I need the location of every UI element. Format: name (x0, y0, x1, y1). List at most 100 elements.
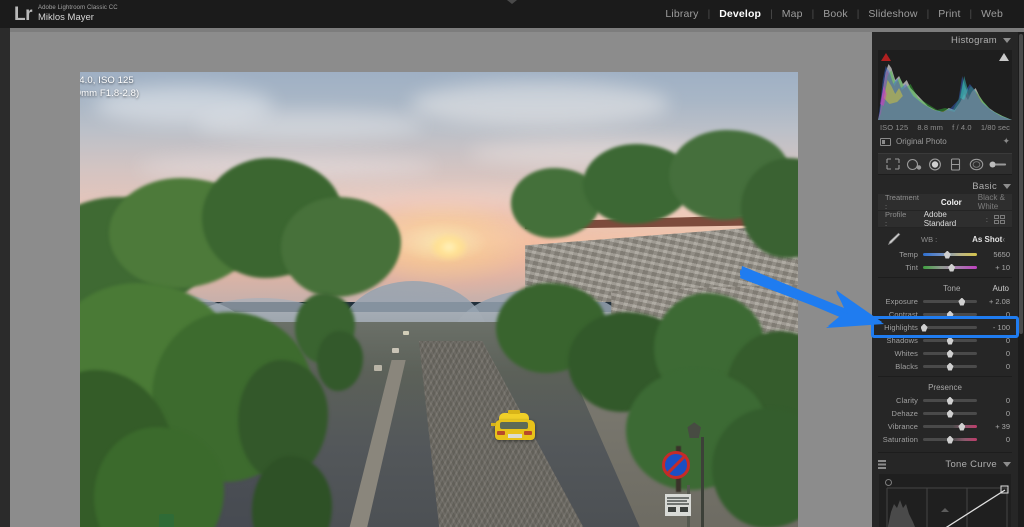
slider-knob-saturation[interactable] (946, 435, 954, 444)
slider-row-whites[interactable]: Whites 0 (872, 347, 1018, 360)
slider-value-contrast[interactable]: 0 (982, 310, 1010, 319)
slider-row-highlights[interactable]: Highlights - 100 (872, 321, 1018, 334)
slider-track-highlights[interactable] (920, 323, 977, 332)
basic-title: Basic (972, 180, 997, 192)
histogram-graph[interactable] (878, 50, 1012, 120)
module-develop[interactable]: Develop (710, 8, 770, 20)
slider-track-saturation[interactable] (923, 435, 977, 444)
right-panel-scrollbar[interactable] (1018, 32, 1024, 527)
adjustment-brush-tool[interactable] (989, 156, 1007, 172)
treatment-bw-option[interactable]: Black & White (978, 193, 1005, 211)
slider-track-exposure[interactable] (923, 297, 977, 306)
chevron-down-icon[interactable] (1003, 37, 1011, 43)
white-balance-selector-icon[interactable] (885, 232, 901, 246)
histogram-panel-header[interactable]: Histogram (872, 32, 1018, 48)
tone-curve-target-dot[interactable] (885, 479, 892, 486)
highlight-clipping-indicator[interactable] (999, 53, 1009, 61)
panel-resize-handle[interactable] (941, 508, 949, 512)
slider-value-saturation[interactable]: 0 (982, 435, 1010, 444)
slider-row-saturation[interactable]: Saturation 0 (872, 433, 1018, 446)
white-balance-row: WB : As Shot‹ (878, 230, 1012, 248)
photo-preview[interactable]: DSC01500.DNG 1/80 sec at f / 4.0, ISO 12… (80, 72, 798, 527)
slider-row-shadows[interactable]: Shadows 0 (872, 334, 1018, 347)
auto-tone-button[interactable]: Auto (993, 284, 1009, 293)
slider-track-temp[interactable] (923, 250, 977, 259)
slider-track-dehaze[interactable] (923, 409, 977, 418)
slider-track-shadows[interactable] (923, 336, 977, 345)
slider-row-contrast[interactable]: Contrast 0 (872, 308, 1018, 321)
module-book[interactable]: Book (814, 8, 857, 20)
slider-track-whites[interactable] (923, 349, 977, 358)
slider-value-shadows[interactable]: 0 (982, 336, 1010, 345)
slider-knob-exposure[interactable] (958, 297, 966, 306)
slider-knob-clarity[interactable] (946, 396, 954, 405)
slider-knob-shadows[interactable] (946, 336, 954, 345)
slider-row-exposure[interactable]: Exposure + 2.08 (872, 295, 1018, 308)
slider-knob-contrast[interactable] (946, 310, 954, 319)
sign-text-line (667, 497, 690, 499)
slider-value-temp[interactable]: 5650 (982, 250, 1010, 259)
basic-panel-header[interactable]: Basic (872, 178, 1018, 194)
slider-row-vibrance[interactable]: Vibrance + 39 (872, 420, 1018, 433)
module-library[interactable]: Library (656, 8, 707, 20)
red-eye-tool[interactable] (926, 156, 944, 172)
slider-row-dehaze[interactable]: Dehaze 0 (872, 407, 1018, 420)
slider-knob-blacks[interactable] (946, 362, 954, 371)
sign-icon-row (680, 507, 689, 513)
slider-knob-tint[interactable] (948, 263, 956, 272)
slider-knob-highlights[interactable] (920, 323, 928, 332)
slider-track-blacks[interactable] (923, 362, 977, 371)
tone-curve-panel-header[interactable]: Tone Curve (872, 456, 1018, 472)
slider-track-clarity[interactable] (923, 396, 977, 405)
slider-value-whites[interactable]: 0 (982, 349, 1010, 358)
slider-value-highlights[interactable]: - 100 (982, 323, 1010, 332)
slider-value-dehaze[interactable]: 0 (982, 409, 1010, 418)
slider-row-temp[interactable]: Temp 5650 (872, 248, 1018, 261)
tone-curve-target-mode[interactable] (872, 459, 886, 469)
slider-track-contrast[interactable] (923, 310, 977, 319)
spot-removal-tool[interactable] (905, 156, 923, 172)
slider-knob-whites[interactable] (946, 349, 954, 358)
street-lamp-post (701, 436, 705, 527)
profile-value[interactable]: Adobe Standard (924, 210, 980, 228)
scrollbar-thumb[interactable] (1019, 34, 1023, 334)
profile-chevron[interactable]: : (986, 215, 988, 224)
slider-track-tint[interactable] (923, 263, 977, 272)
original-photo-row[interactable]: Original Photo ✦ (872, 132, 1018, 147)
crop-overlay-tool[interactable] (884, 156, 902, 172)
sign-text-line (667, 503, 690, 505)
slider-knob-vibrance[interactable] (958, 422, 966, 431)
treatment-color-option[interactable]: Color (941, 198, 962, 207)
slider-label-contrast: Contrast (888, 310, 918, 319)
chevron-down-icon[interactable] (1003, 461, 1011, 467)
slider-value-exposure[interactable]: + 2.08 (982, 297, 1010, 306)
left-panel-collapsed[interactable] (0, 28, 10, 527)
slider-value-tint[interactable]: + 10 (982, 263, 1010, 272)
graduated-filter-tool[interactable] (947, 156, 965, 172)
slider-value-clarity[interactable]: 0 (982, 396, 1010, 405)
slider-knob-temp[interactable] (943, 250, 951, 259)
slider-track-vibrance[interactable] (923, 422, 977, 431)
slider-row-blacks[interactable]: Blacks 0 (872, 360, 1018, 373)
slider-value-blacks[interactable]: 0 (982, 362, 1010, 371)
slider-row-tint[interactable]: Tint + 10 (872, 261, 1018, 274)
module-slideshow[interactable]: Slideshow (859, 8, 926, 20)
slider-knob-dehaze[interactable] (946, 409, 954, 418)
wb-value[interactable]: As Shot‹ (972, 235, 1005, 244)
slider-row-clarity[interactable]: Clarity 0 (872, 394, 1018, 407)
profile-browser-icon[interactable] (994, 214, 1005, 224)
module-map[interactable]: Map (773, 8, 812, 20)
module-web[interactable]: Web (972, 8, 1012, 20)
radial-filter-tool[interactable] (968, 156, 986, 172)
tone-curve-svg (886, 485, 1009, 527)
panel-collapse-handle-top[interactable] (492, 0, 532, 7)
crop-icon (885, 158, 900, 170)
image-canvas[interactable]: DSC01500.DNG 1/80 sec at f / 4.0, ISO 12… (10, 32, 872, 527)
chevron-up-icon (507, 0, 517, 4)
module-print[interactable]: Print (929, 8, 969, 20)
slider-value-vibrance[interactable]: + 39 (982, 422, 1010, 431)
tone-curve-graph[interactable] (879, 474, 1011, 527)
shadow-clipping-indicator[interactable] (881, 53, 891, 61)
chevron-down-icon[interactable] (1003, 183, 1011, 189)
waste-bin (158, 513, 174, 527)
